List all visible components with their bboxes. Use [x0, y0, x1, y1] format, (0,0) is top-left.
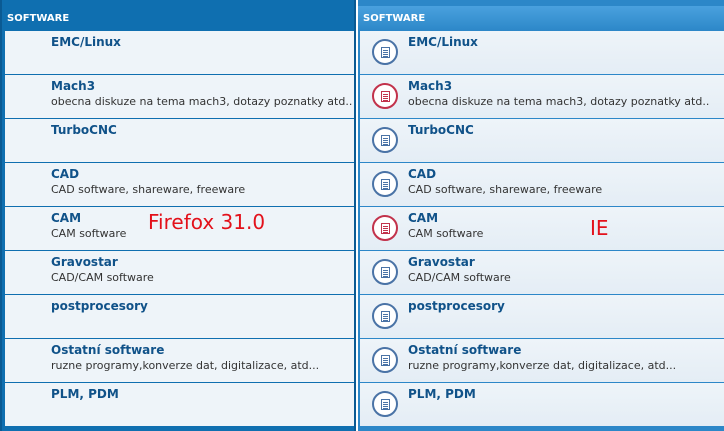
- forum-title[interactable]: Gravostar: [408, 255, 475, 269]
- forum-unread-icon: [372, 83, 398, 109]
- forum-read-icon: [372, 171, 398, 197]
- ie-forum-panel: SOFTWARE EMC/Linux Mach3 obecna diskuze …: [358, 0, 724, 431]
- forum-description: CAM software: [408, 227, 484, 240]
- forum-description: ruzne programy,konverze dat, digitalizac…: [408, 359, 677, 372]
- forum-row-cad[interactable]: CAD CAD software, shareware, freeware: [360, 163, 724, 206]
- forum-description: obecna diskuze na tema mach3, dotazy poz…: [51, 95, 353, 108]
- forum-title[interactable]: CAD: [408, 167, 436, 181]
- forum-read-icon: [372, 259, 398, 285]
- forum-unread-icon: [372, 215, 398, 241]
- category-header: SOFTWARE: [358, 6, 724, 31]
- forum-row-gravostar[interactable]: Gravostar CAD/CAM software: [5, 251, 354, 294]
- forum-description: CAD software, shareware, freeware: [51, 183, 246, 196]
- forum-row-postprocesory[interactable]: postprocesory: [5, 295, 354, 338]
- forum-title[interactable]: CAM: [408, 211, 438, 225]
- forum-row-postprocesory[interactable]: postprocesory: [360, 295, 724, 338]
- forum-row-plm-pdm[interactable]: PLM, PDM: [360, 383, 724, 426]
- forum-row-cad[interactable]: CAD CAD software, shareware, freeware: [5, 163, 354, 206]
- forum-title[interactable]: TurboCNC: [408, 123, 474, 137]
- forum-description: ruzne programy,konverze dat, digitalizac…: [51, 359, 320, 372]
- forum-row-mach3[interactable]: Mach3 obecna diskuze na tema mach3, dota…: [360, 75, 724, 118]
- forum-row-cam[interactable]: CAM CAM software: [360, 207, 724, 250]
- forum-row-gravostar[interactable]: Gravostar CAD/CAM software: [360, 251, 724, 294]
- forum-title[interactable]: Mach3: [408, 79, 452, 93]
- forum-read-icon: [372, 391, 398, 417]
- forum-title[interactable]: Ostatní software: [51, 343, 164, 357]
- forum-title[interactable]: EMC/Linux: [408, 35, 478, 49]
- forum-description: CAD/CAM software: [51, 271, 154, 284]
- forum-title[interactable]: Mach3: [51, 79, 95, 93]
- forum-title[interactable]: CAD: [51, 167, 79, 181]
- forum-read-icon: [372, 39, 398, 65]
- forum-description: CAD software, shareware, freeware: [408, 183, 603, 196]
- forum-row-turbocnc[interactable]: TurboCNC: [360, 119, 724, 162]
- forum-description: CAD/CAM software: [408, 271, 511, 284]
- forum-title[interactable]: EMC/Linux: [51, 35, 121, 49]
- forum-title[interactable]: PLM, PDM: [408, 387, 476, 401]
- forum-read-icon: [372, 303, 398, 329]
- forum-list: EMC/Linux Mach3 obecna diskuze na tema m…: [358, 31, 724, 427]
- forum-title[interactable]: CAM: [51, 211, 81, 225]
- forum-title[interactable]: postprocesory: [408, 299, 505, 313]
- forum-row-emc-linux[interactable]: EMC/Linux: [360, 31, 724, 74]
- forum-row-plm-pdm[interactable]: PLM, PDM: [5, 383, 354, 426]
- forum-title[interactable]: postprocesory: [51, 299, 148, 313]
- firefox-annotation: Firefox 31.0: [148, 210, 266, 234]
- forum-row-emc-linux[interactable]: EMC/Linux: [5, 31, 354, 74]
- forum-read-icon: [372, 347, 398, 373]
- forum-title[interactable]: Gravostar: [51, 255, 118, 269]
- forum-description: obecna diskuze na tema mach3, dotazy poz…: [408, 95, 710, 108]
- ie-annotation: IE: [590, 216, 609, 240]
- forum-row-turbocnc[interactable]: TurboCNC: [5, 119, 354, 162]
- forum-row-mach3[interactable]: Mach3 obecna diskuze na tema mach3, dota…: [5, 75, 354, 118]
- forum-row-ostatni-software[interactable]: Ostatní software ruzne programy,konverze…: [360, 339, 724, 382]
- forum-description: CAM software: [51, 227, 127, 240]
- forum-title[interactable]: PLM, PDM: [51, 387, 119, 401]
- forum-row-ostatni-software[interactable]: Ostatní software ruzne programy,konverze…: [5, 339, 354, 382]
- category-header: SOFTWARE: [2, 6, 354, 31]
- forum-title[interactable]: TurboCNC: [51, 123, 117, 137]
- forum-read-icon: [372, 127, 398, 153]
- forum-title[interactable]: Ostatní software: [408, 343, 521, 357]
